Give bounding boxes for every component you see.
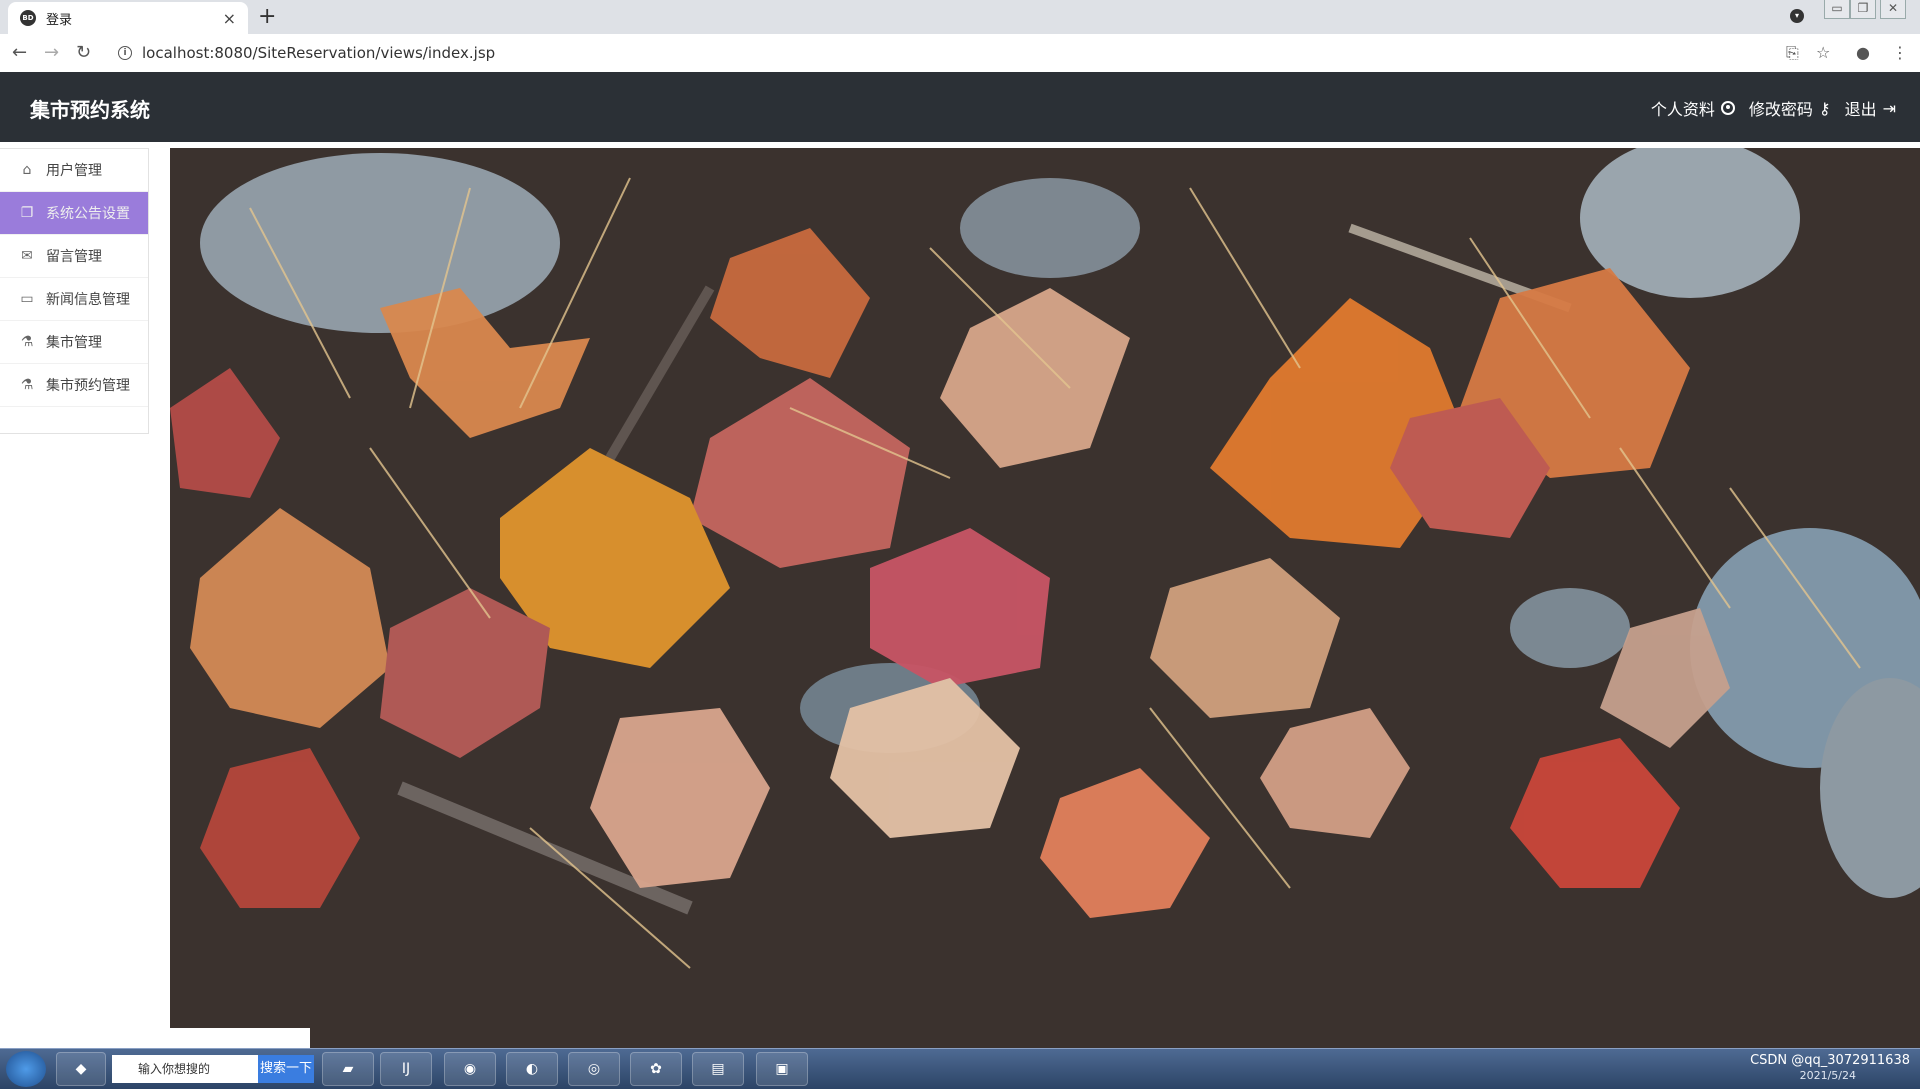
app-figure-icon[interactable]: ◐ — [506, 1052, 558, 1086]
back-arrow-icon[interactable]: ← — [12, 42, 27, 63]
change-password-link[interactable]: 修改密码 ⚷ — [1749, 96, 1831, 120]
address-bar[interactable]: i localhost:8080/SiteReservation/views/i… — [106, 38, 1766, 68]
sidebar-item-news-management[interactable]: ▭ 新闻信息管理 — [0, 278, 148, 321]
sign-out-icon: ⇥ — [1882, 98, 1896, 118]
folder-icon[interactable]: ▰ — [322, 1052, 374, 1086]
browser-tab[interactable]: BD 登录 × — [8, 2, 248, 34]
taskbar-search-input[interactable]: 输入你想搜的 — [112, 1055, 258, 1083]
menu-kebab-icon[interactable]: ⋮ — [1892, 43, 1908, 62]
sidebar-item-label: 留言管理 — [46, 249, 102, 265]
home-icon: ⌂ — [22, 162, 32, 178]
file-explorer-icon[interactable]: ▤ — [692, 1052, 744, 1086]
info-icon[interactable]: i — [118, 46, 132, 60]
new-tab-icon[interactable]: + — [258, 4, 276, 29]
orange-app-icon[interactable]: ✿ — [630, 1052, 682, 1086]
multicolor-app-icon[interactable]: ◆ — [56, 1052, 106, 1086]
intellij-icon[interactable]: IJ — [380, 1052, 432, 1086]
presentation-app-icon[interactable]: ▣ — [756, 1052, 808, 1086]
app-title: 集市预约系统 — [30, 98, 150, 122]
sidebar-item-announcement-settings[interactable]: ❐ 系统公告设置 — [0, 192, 148, 235]
copy-icon: ❐ — [20, 205, 34, 221]
windows-start-icon[interactable] — [6, 1051, 46, 1087]
sidebar-item-label: 集市预约管理 — [46, 378, 130, 394]
favicon-icon: BD — [20, 10, 36, 26]
sidebar-item-label: 新闻信息管理 — [46, 292, 130, 308]
user-circle-icon — [1720, 101, 1735, 115]
forward-arrow-icon[interactable]: → — [44, 42, 59, 63]
browser-toolbar: ← → ↻ i localhost:8080/SiteReservation/v… — [0, 34, 1920, 73]
sidebar-item-user-management[interactable]: ⌂ 用户管理 — [0, 149, 148, 192]
flask-icon: ⚗ — [20, 377, 34, 393]
change-password-label: 修改密码 — [1748, 100, 1813, 119]
tab-title: 登录 — [46, 12, 73, 28]
firefox-icon[interactable]: ◉ — [444, 1052, 496, 1086]
sidebar-item-label: 用户管理 — [46, 163, 102, 179]
key-icon: ⚷ — [1818, 98, 1831, 118]
logout-label: 退出 — [1844, 100, 1877, 119]
envelope-icon: ✉ — [21, 248, 33, 264]
autumn-leaves-illustration — [170, 148, 1920, 1048]
logout-link[interactable]: 退出 ⇥ — [1845, 96, 1896, 120]
browser-tabstrip: BD 登录 × + ▾ ▭ ❐ ✕ — [0, 0, 1920, 34]
autumn-leaves-photo — [170, 148, 1920, 1048]
page-footer-strip — [170, 1028, 310, 1048]
minimize-icon[interactable]: ▭ — [1824, 0, 1850, 19]
sidebar-item-label: 系统公告设置 — [46, 206, 130, 222]
os-taskbar: ◆ 输入你想搜的 搜索一下 ▰ IJ ◉ ◐ ◎ ✿ ▤ ▣ CSDN @qq_… — [0, 1048, 1920, 1089]
bookmark-star-icon[interactable]: ☆ — [1816, 43, 1830, 62]
profile-icon[interactable]: ● — [1856, 43, 1870, 62]
header-links: 个人资料 修改密码 ⚷ 退出 ⇥ — [1651, 96, 1896, 120]
profile-link[interactable]: 个人资料 — [1651, 96, 1735, 120]
restore-icon[interactable]: ❐ — [1850, 0, 1876, 19]
monitor-icon: ▭ — [20, 291, 34, 307]
sidebar-item-message-management[interactable]: ✉ 留言管理 — [0, 235, 148, 278]
close-tab-icon[interactable]: × — [223, 9, 236, 28]
chrome-icon[interactable]: ◎ — [568, 1052, 620, 1086]
system-tray-text: CSDN @qq_3072911638 — [1750, 1053, 1910, 1068]
taskbar-search-button[interactable]: 搜索一下 — [258, 1055, 314, 1083]
translate-icon[interactable]: ⎘ — [1786, 43, 1799, 63]
sidebar-item-reservation-management[interactable]: ⚗ 集市预约管理 — [0, 364, 148, 407]
window-close-icon[interactable]: ✕ — [1880, 0, 1906, 19]
sidebar: ⌂ 用户管理 ❐ 系统公告设置 ✉ 留言管理 ▭ 新闻信息管理 ⚗ 集市管理 ⚗… — [0, 148, 149, 434]
tab-search-icon[interactable]: ▾ — [1790, 9, 1804, 23]
sidebar-item-label: 集市管理 — [46, 335, 102, 351]
reload-icon[interactable]: ↻ — [76, 42, 91, 63]
profile-link-label: 个人资料 — [1650, 100, 1715, 119]
url-text: localhost:8080/SiteReservation/views/ind… — [142, 44, 496, 62]
app-header: 集市预约系统 个人资料 修改密码 ⚷ 退出 ⇥ — [0, 72, 1920, 142]
sidebar-item-market-management[interactable]: ⚗ 集市管理 — [0, 321, 148, 364]
tray-date: 2021/5/24 — [1799, 1069, 1856, 1082]
flask-icon: ⚗ — [20, 334, 34, 350]
